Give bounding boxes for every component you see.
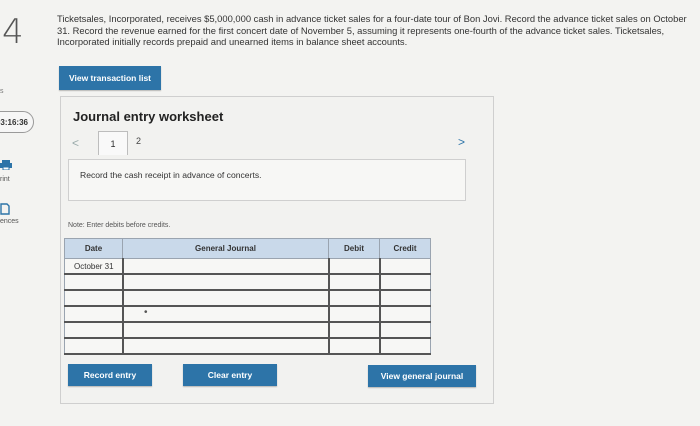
credit-input[interactable] — [378, 337, 431, 355]
print-label[interactable]: rint — [0, 176, 10, 183]
debit-input[interactable] — [327, 289, 380, 307]
date-cell[interactable]: October 31 — [64, 258, 123, 275]
document-icon[interactable] — [0, 203, 10, 215]
view-transaction-list-button[interactable]: View transaction list — [59, 66, 161, 90]
credit-input[interactable] — [378, 258, 431, 275]
debit-input[interactable] — [327, 305, 380, 323]
timer-badge: 03:16:36 — [0, 111, 34, 133]
entry-note: Note: Enter debits before credits. — [68, 222, 171, 229]
date-cell[interactable] — [64, 289, 123, 307]
view-general-journal-button[interactable]: View general journal — [368, 365, 476, 387]
date-cell[interactable] — [64, 337, 123, 355]
worksheet-title: Journal entry worksheet — [73, 109, 224, 124]
date-cell[interactable] — [64, 273, 123, 291]
credit-input[interactable] — [378, 289, 431, 307]
journal-header-row: Date General Journal Debit Credit — [64, 238, 431, 259]
chevron-left-icon[interactable]: < — [72, 136, 79, 150]
printer-icon[interactable] — [0, 160, 12, 170]
credit-input[interactable] — [378, 321, 431, 339]
debit-input[interactable] — [327, 321, 380, 339]
question-number: 4 — [2, 12, 24, 52]
references-label[interactable]: ences — [0, 218, 19, 225]
account-input[interactable] — [121, 321, 329, 339]
debit-input[interactable] — [327, 337, 380, 355]
table-row: October 31 — [64, 258, 431, 275]
account-input[interactable] — [121, 305, 329, 323]
table-row — [64, 273, 431, 291]
journal-table: Date General Journal Debit Credit Octobe… — [64, 238, 431, 355]
record-entry-button[interactable]: Record entry — [68, 364, 152, 386]
debit-column-header: Debit — [328, 238, 380, 259]
tab-2[interactable]: 2 — [136, 136, 141, 146]
debit-input[interactable] — [327, 258, 380, 275]
tab-1[interactable]: 1 — [98, 131, 128, 155]
date-cell[interactable] — [64, 321, 123, 339]
credit-input[interactable] — [378, 273, 431, 291]
account-input[interactable] — [121, 289, 329, 307]
chevron-right-icon[interactable]: > — [458, 135, 465, 149]
question-text: Ticketsales, Incorporated, receives $5,0… — [57, 13, 687, 48]
date-cell[interactable] — [64, 305, 123, 323]
credit-column-header: Credit — [379, 238, 431, 259]
clear-entry-button[interactable]: Clear entry — [183, 364, 277, 386]
instruction-box — [68, 159, 466, 201]
account-input[interactable] — [121, 337, 329, 355]
table-row — [64, 321, 431, 339]
debit-input[interactable] — [327, 273, 380, 291]
table-row — [64, 305, 431, 323]
instruction-text: Record the cash receipt in advance of co… — [80, 170, 262, 180]
account-input[interactable] — [121, 258, 329, 275]
table-row — [64, 337, 431, 355]
date-column-header: Date — [64, 238, 123, 259]
table-row — [64, 289, 431, 307]
mouse-cursor-icon: • — [144, 307, 148, 318]
rail-marker: s — [0, 88, 4, 95]
credit-input[interactable] — [378, 305, 431, 323]
general-journal-column-header: General Journal — [122, 238, 329, 259]
account-input[interactable] — [121, 273, 329, 291]
